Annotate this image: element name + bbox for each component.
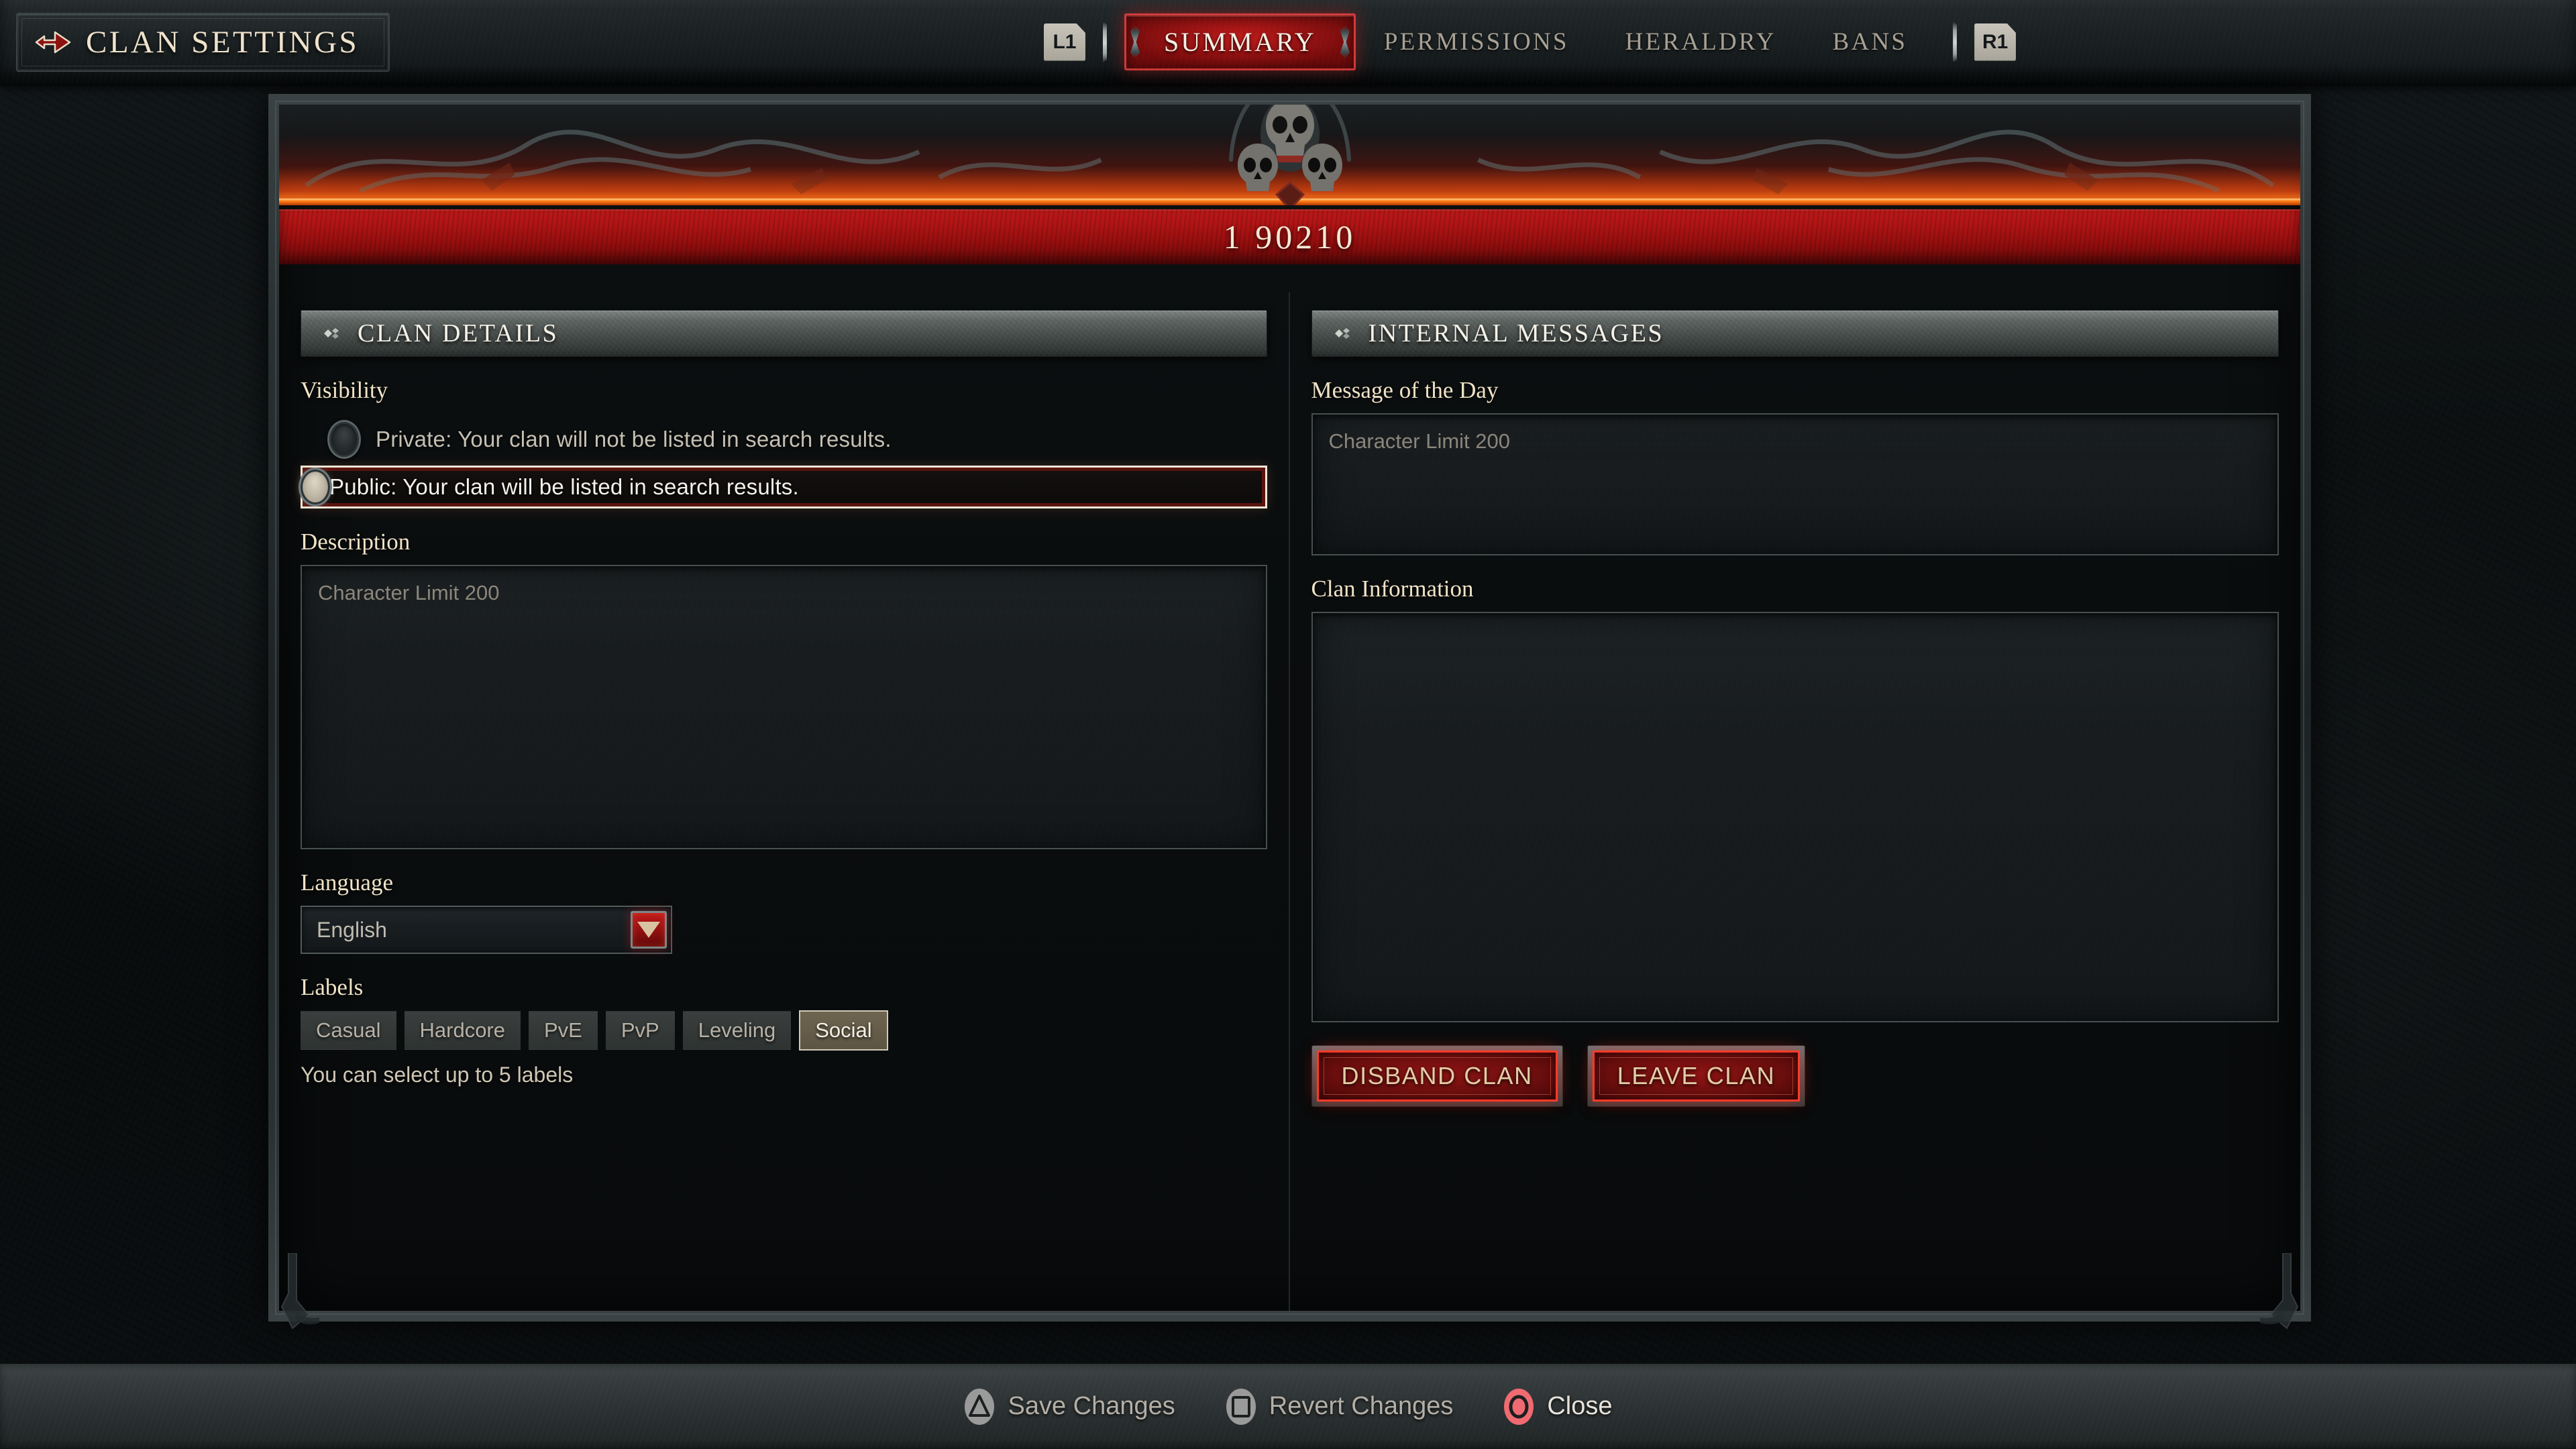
focus-bracket-top-right [1253,466,1267,479]
label-chip-pve[interactable]: PvE [529,1011,598,1050]
clan-danger-actions: DISBAND CLAN LEAVE CLAN [1311,1045,2279,1107]
disband-clan-button-face: DISBAND CLAN [1316,1051,1558,1102]
focus-bracket-bottom-right [1253,495,1267,508]
leave-clan-button-face: LEAVE CLAN [1592,1051,1801,1102]
tab-permissions-label: PERMISSIONS [1383,28,1569,56]
playstation-square-icon [1226,1388,1256,1425]
clan-details-panel-header: CLAN DETAILS [301,310,1267,357]
clan-settings-frame: 1 90210 CLAN DETAILS Visibility Private:… [268,94,2311,1330]
tab-summary-label: SUMMARY [1163,27,1316,57]
leave-clan-button[interactable]: LEAVE CLAN [1587,1045,1806,1107]
playstation-triangle-icon [965,1388,995,1425]
disband-clan-label: DISBAND CLAN [1341,1062,1533,1089]
arrow-right-icon [35,31,71,53]
revert-changes-label: Revert Changes [1269,1392,1454,1420]
clan-information-input[interactable] [1311,612,2279,1022]
label-chip-social[interactable]: Social [799,1010,888,1051]
tab-heraldry[interactable]: HERALDRY [1597,18,1805,66]
tab-heraldry-label: HERALDRY [1625,28,1776,56]
language-selected-value: English [317,917,387,942]
label-chip-casual[interactable]: Casual [301,1011,396,1050]
motd-placeholder: Character Limit 200 [1328,429,1511,453]
labels-label: Labels [301,974,364,1000]
skull-trio-scythes-icon [1228,105,1351,205]
tab-bans-label: BANS [1832,28,1908,56]
nav-separator-left [1102,21,1107,63]
nav-separator-right [1953,21,1957,63]
clan-details-title: CLAN DETAILS [358,319,559,347]
playstation-circle-icon [1504,1388,1534,1425]
panels-container: CLAN DETAILS Visibility Private: Your cl… [279,292,2300,1311]
visibility-option-public[interactable]: Public: Your clan will be listed in sear… [299,466,1267,508]
labels-help-text: You can select up to 5 labels [301,1063,574,1087]
tab-summary[interactable]: SUMMARY [1124,13,1356,70]
clan-name-banner: 1 90210 [279,209,2300,264]
save-changes-label: Save Changes [1008,1392,1175,1420]
close-label: Close [1547,1392,1613,1420]
revert-changes-action[interactable]: Revert Changes [1225,1387,1454,1426]
label-chip-pvp[interactable]: PvP [605,1011,675,1050]
chevron-down-icon [637,922,660,938]
clan-details-panel: CLAN DETAILS Visibility Private: Your cl… [279,292,1290,1311]
description-input[interactable]: Character Limit 200 [301,565,1267,849]
tab-bans[interactable]: BANS [1805,18,1936,66]
diamond-ornament-icon [1334,328,1350,339]
page-title: CLAN SETTINGS [86,24,360,60]
motd-label: Message of the Day [1311,377,1499,403]
motd-input[interactable]: Character Limit 200 [1311,413,2279,555]
tab-bar: L1 SUMMARY PERMISSIONS HERALDRY BANS R1 [950,13,2017,70]
language-dropdown-button[interactable] [631,911,667,949]
description-label: Description [301,529,411,555]
label-chip-hardcore[interactable]: Hardcore [404,1011,521,1050]
visibility-option-public-label: Public: Your clan will be listed in sear… [329,474,799,499]
r1-bumper-hint[interactable]: R1 [1974,23,2017,61]
visibility-label: Visibility [301,377,388,403]
language-dropdown[interactable]: English [301,906,672,954]
internal-messages-title: INTERNAL MESSAGES [1368,319,1664,347]
diamond-ornament-icon [324,328,339,339]
save-changes-action[interactable]: Save Changes [963,1387,1175,1426]
label-chip-leveling[interactable]: Leveling [682,1011,792,1050]
l1-bumper-hint[interactable]: L1 [1043,23,1085,61]
tab-permissions[interactable]: PERMISSIONS [1356,18,1597,66]
ornamental-header-band [279,105,2300,205]
bottom-action-bar: Save Changes Revert Changes Close [0,1362,2576,1449]
radio-private-icon[interactable] [327,420,361,459]
leave-clan-label: LEAVE CLAN [1617,1062,1776,1089]
visibility-option-private-label: Private: Your clan will not be listed in… [376,427,892,451]
clan-settings-screen: CLAN SETTINGS L1 SUMMARY PERMISSIONS HER… [0,0,2576,1449]
close-action[interactable]: Close [1503,1387,1613,1426]
radio-public-icon[interactable] [299,468,332,506]
language-label: Language [301,869,393,896]
internal-messages-panel: INTERNAL MESSAGES Message of the Day Cha… [1290,292,2301,1311]
page-title-plate: CLAN SETTINGS [16,12,390,72]
top-navigation-bar: CLAN SETTINGS L1 SUMMARY PERMISSIONS HER… [0,0,2576,86]
visibility-option-private[interactable]: Private: Your clan will not be listed in… [317,413,1267,466]
description-placeholder: Character Limit 200 [318,581,500,604]
clan-name: 1 90210 [1223,218,1356,256]
clan-information-label: Clan Information [1311,576,1474,602]
labels-chip-group: Casual Hardcore PvE PvP Leveling Social [301,1010,1267,1051]
disband-clan-button[interactable]: DISBAND CLAN [1311,1045,1563,1107]
internal-messages-panel-header: INTERNAL MESSAGES [1311,310,2279,357]
